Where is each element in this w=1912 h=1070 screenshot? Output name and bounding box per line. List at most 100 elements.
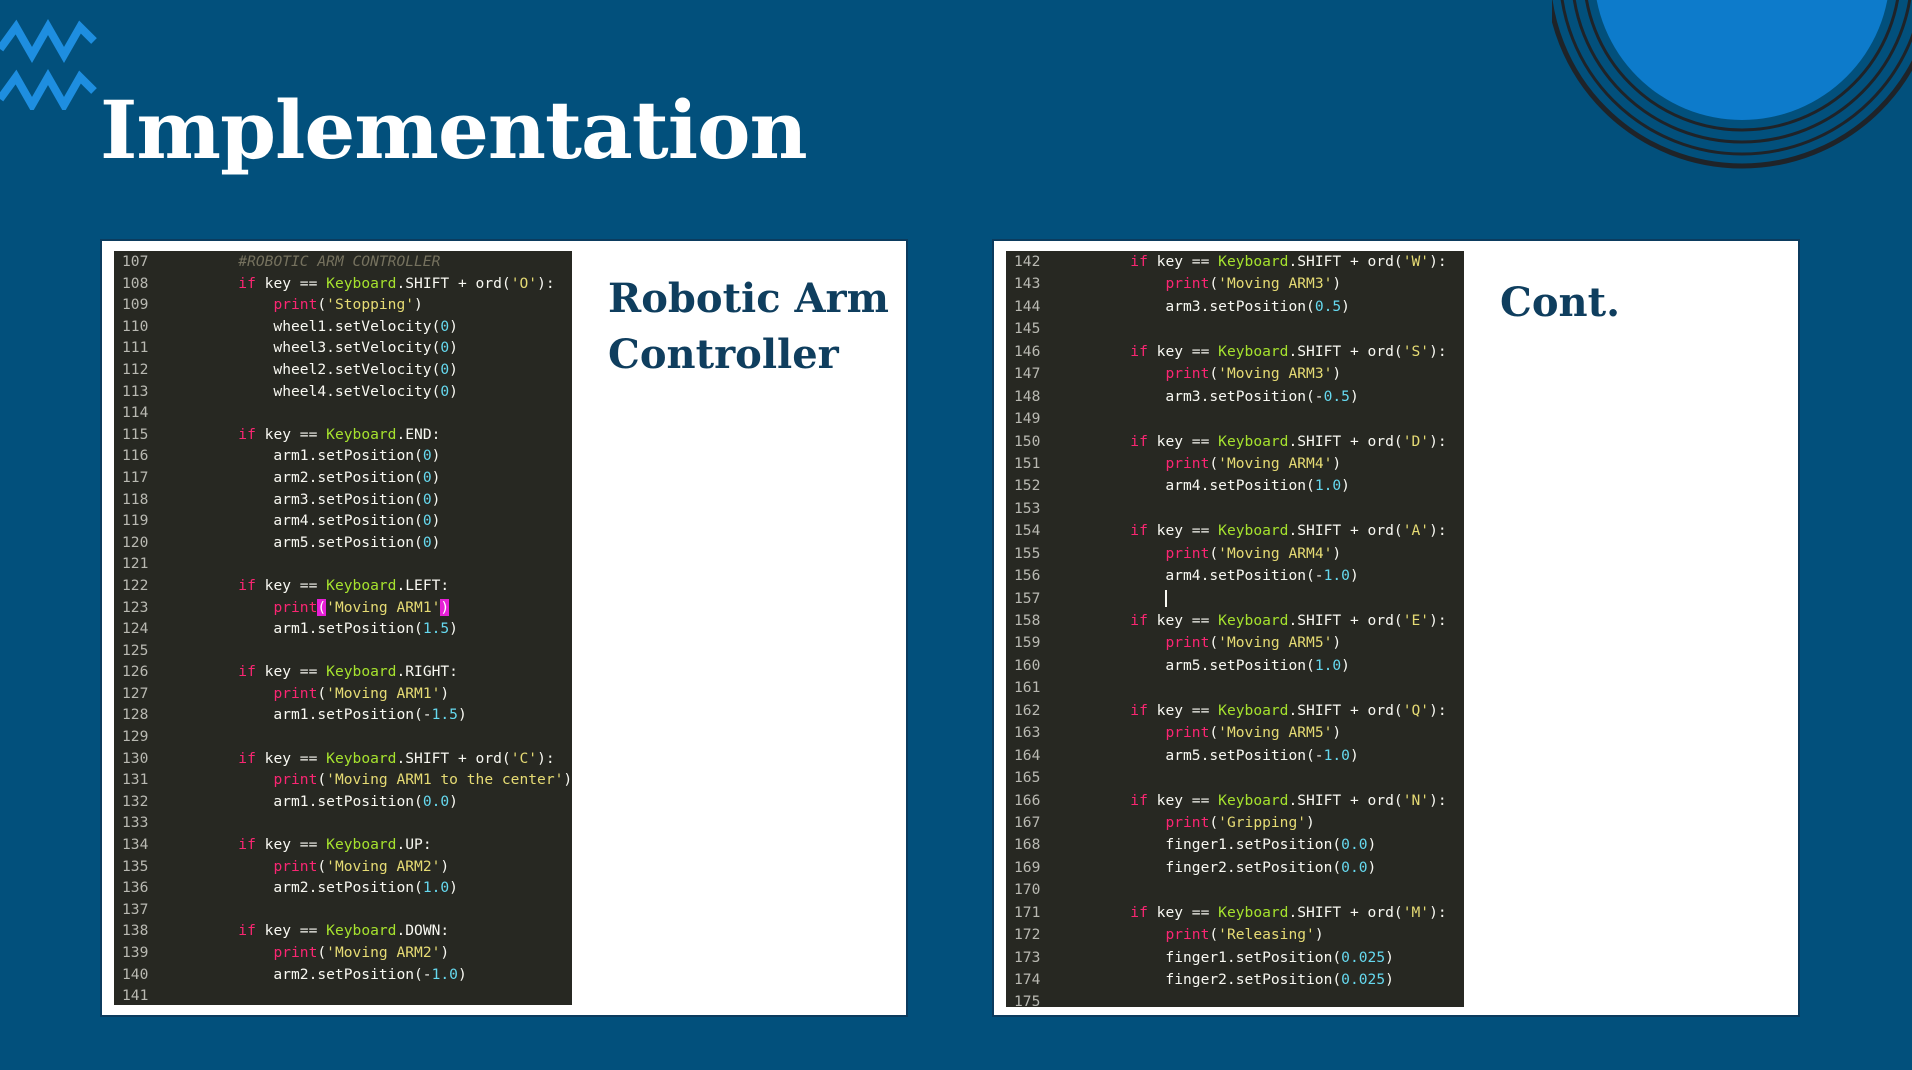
code-token: key == [255, 425, 327, 443]
code-line: 139 print('Moving ARM2') [114, 942, 572, 964]
code-token: arm3.setPosition( [168, 490, 423, 508]
code-editor-left[interactable]: 107 #ROBOTIC ARM CONTROLLER 108 if key ==… [114, 251, 572, 1005]
line-number: 164 [1014, 746, 1041, 764]
code-token: if [238, 922, 256, 940]
code-token: ) [431, 512, 441, 530]
code-token: Keyboard [1218, 522, 1289, 540]
slide-title: Implementation [100, 83, 808, 177]
code-token: 0 [422, 533, 432, 551]
code-token: ( [317, 944, 327, 961]
line-number: 119 [122, 512, 149, 530]
code-token: 0 [422, 447, 432, 465]
code-token: ) [1385, 948, 1394, 966]
code-token: key == [1147, 791, 1219, 809]
code-token: 'Moving ARM5' [1218, 634, 1333, 652]
code-token: ) [1341, 297, 1350, 315]
code-line: 113 wheel4.setVelocity(0) [114, 381, 572, 403]
code-line: 133 [114, 812, 572, 834]
line-number: 157 [1014, 589, 1041, 607]
code-line: 108 if key == Keyboard.SHIFT + ord('O'): [114, 273, 572, 295]
line-number: 153 [1014, 499, 1041, 517]
line-number: 165 [1014, 769, 1041, 787]
code-line: 111 wheel3.setVelocity(0) [114, 337, 572, 359]
code-token: ): [1429, 342, 1447, 360]
code-token: wheel2.setVelocity( [168, 360, 441, 378]
code-line: 124 arm1.setPosition(1.5) [114, 618, 572, 640]
code-token: 'Moving ARM1 to the center' [326, 771, 564, 789]
code-line: 168 finger1.setPosition(0.0) [1006, 834, 1464, 856]
code-line: 114 [114, 402, 572, 424]
code-token: ) [431, 490, 441, 508]
line-number: 121 [122, 555, 149, 573]
line-number: 173 [1014, 948, 1041, 966]
code-token: 'Moving ARM1' [326, 684, 441, 702]
code-token: 1.0 [1323, 567, 1350, 585]
code-line: 144 arm3.setPosition(0.5) [1006, 296, 1464, 318]
code-token: key == [1147, 432, 1219, 450]
code-token: finger1.setPosition( [1060, 836, 1342, 854]
code-token: ( [317, 296, 327, 314]
code-token: 0.5 [1323, 387, 1350, 405]
concentric-circles-decoration-icon [1552, 0, 1912, 169]
code-token: ) [1385, 971, 1394, 988]
code-token: ) [1349, 567, 1359, 585]
code-panel-left: 107 #ROBOTIC ARM CONTROLLER 108 if key ==… [100, 239, 908, 1017]
code-token: ) [1332, 634, 1342, 652]
code-token: arm1.setPosition(- [168, 706, 432, 724]
code-line: 153 [1006, 498, 1464, 520]
line-number: 133 [122, 814, 149, 832]
line-number: 149 [1014, 410, 1041, 428]
code-line: 126 if key == Keyboard.RIGHT: [114, 661, 572, 683]
code-token: ) [1341, 477, 1350, 495]
line-number: 139 [122, 944, 149, 961]
code-token: arm5.setPosition( [168, 533, 423, 551]
code-token: Keyboard [1218, 903, 1289, 921]
code-line: 141 [114, 985, 572, 1005]
code-line: 147 print('Moving ARM3') [1006, 363, 1464, 385]
code-token: ): [1429, 612, 1447, 629]
line-number: 156 [1014, 567, 1041, 585]
code-line: 149 [1006, 408, 1464, 430]
code-token: .SHIFT + ord( [396, 274, 511, 292]
panel-heading-cont: Cont. [1500, 279, 1620, 326]
code-token: Keyboard [326, 836, 397, 854]
code-token: 'W' [1402, 253, 1430, 270]
code-line: 159 print('Moving ARM5') [1006, 632, 1464, 654]
code-token: ) [449, 339, 458, 357]
code-token: print [1165, 813, 1210, 831]
code-token: ( [1209, 724, 1219, 742]
code-line: 123 print('Moving ARM1') [114, 597, 572, 619]
line-number: 118 [122, 490, 149, 508]
code-token: 'S' [1402, 342, 1430, 360]
code-token: if [238, 274, 256, 292]
code-token: if [238, 576, 256, 594]
line-number: 168 [1014, 836, 1041, 854]
code-token: 0.025 [1341, 948, 1386, 966]
code-editor-right[interactable]: 142 if key == Keyboard.SHIFT + ord('W'):… [1006, 251, 1464, 1007]
code-line: 173 finger1.setPosition(0.025) [1006, 947, 1464, 969]
code-token: ( [1209, 544, 1219, 562]
code-line: 151 print('Moving ARM4') [1006, 453, 1464, 475]
code-token: ) [1332, 544, 1342, 562]
code-token: key == [1147, 253, 1219, 270]
code-line: 143 print('Moving ARM3') [1006, 273, 1464, 295]
code-line: 152 arm4.setPosition(1.0) [1006, 475, 1464, 497]
